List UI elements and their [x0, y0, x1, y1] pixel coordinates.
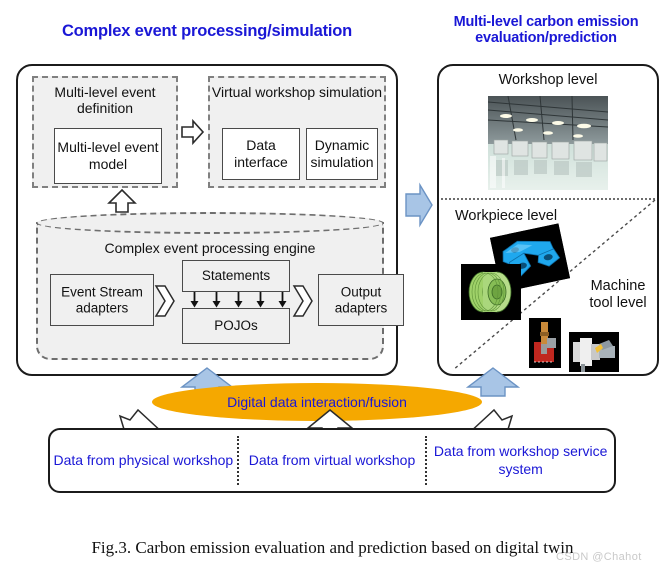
statement-to-pojo-arrow-icon [212, 292, 221, 308]
statement-to-pojo-arrow-icon [190, 292, 199, 308]
dynamic-simulation-box: Dynamic simulation [306, 128, 378, 180]
data-source-workshop-service-system: Data from workshop service system [433, 443, 608, 477]
fusion-to-right-panel-blue-arrow-icon [466, 367, 520, 397]
cep-engine-title: Complex event processing engine [104, 240, 316, 256]
left-to-right-blue-arrow-icon [405, 182, 433, 228]
virtual-workshop-simulation-block: Virtual workshop simulation Data interfa… [208, 76, 386, 188]
data-sources-bar: Data from physical workshop Data from vi… [48, 428, 616, 493]
wheel-hub-image [461, 264, 521, 320]
event-stream-adapters-box: Event Stream adapters [50, 274, 154, 326]
statements-label: Statements [201, 268, 271, 284]
statements-box: Statements [182, 260, 290, 292]
data-source-virtual-workshop: Data from virtual workshop [248, 451, 416, 468]
cep-cylinder-top [36, 212, 384, 234]
output-adapters-label: Output adapters [334, 284, 388, 315]
carbon-emission-levels-panel: Workshop level Workpiece level Machine t… [437, 64, 659, 376]
milling-simulation-image [529, 318, 561, 368]
data-interface-box: Data interface [222, 128, 300, 180]
workpiece-level-label: Workpiece level [455, 208, 558, 224]
workshop-photo-image [488, 96, 608, 190]
cep-simulation-panel: Multi-level event definition Multi-level… [16, 64, 404, 376]
right-panel-title: Multi-level carbon emission evaluation/p… [453, 14, 639, 47]
watermark-text: CSDN @Chahot [556, 551, 642, 563]
multi-level-event-definition-label: Multi-level event definition [54, 84, 156, 117]
statement-to-pojo-arrow-icon [256, 292, 265, 308]
statement-to-pojo-arrow-icon [278, 292, 287, 308]
figure-canvas: Complex event processing/simulation Mult… [0, 0, 665, 579]
multi-level-event-definition-block: Multi-level event definition Multi-level… [32, 76, 178, 188]
output-adapters-box: Output adapters [318, 274, 404, 326]
multi-level-event-model-box: Multi-level event model [54, 128, 162, 184]
event-stream-adapters-label: Event Stream adapters [61, 284, 143, 315]
stream-to-statements-chevron-icon [154, 285, 175, 317]
data-source-physical-workshop: Data from physical workshop [53, 451, 234, 468]
statements-to-output-chevron-icon [292, 285, 313, 317]
machine-tool-level-label: Machine tool level [589, 278, 647, 312]
statement-to-pojo-arrow-icon [234, 292, 243, 308]
pojos-box: POJOs [182, 308, 290, 344]
turning-simulation-image [569, 332, 619, 372]
complex-event-processing-engine: Complex event processing engine Event St… [36, 212, 404, 360]
engine-to-definition-arrow-icon [107, 188, 137, 213]
workshop-level-label: Workshop level [498, 72, 598, 88]
definition-to-simulation-arrow-icon [181, 118, 205, 146]
pojos-label: POJOs [214, 318, 258, 334]
virtual-workshop-simulation-label: Virtual workshop simulation [211, 84, 383, 100]
left-panel-title: Complex event processing/simulation [61, 22, 353, 40]
